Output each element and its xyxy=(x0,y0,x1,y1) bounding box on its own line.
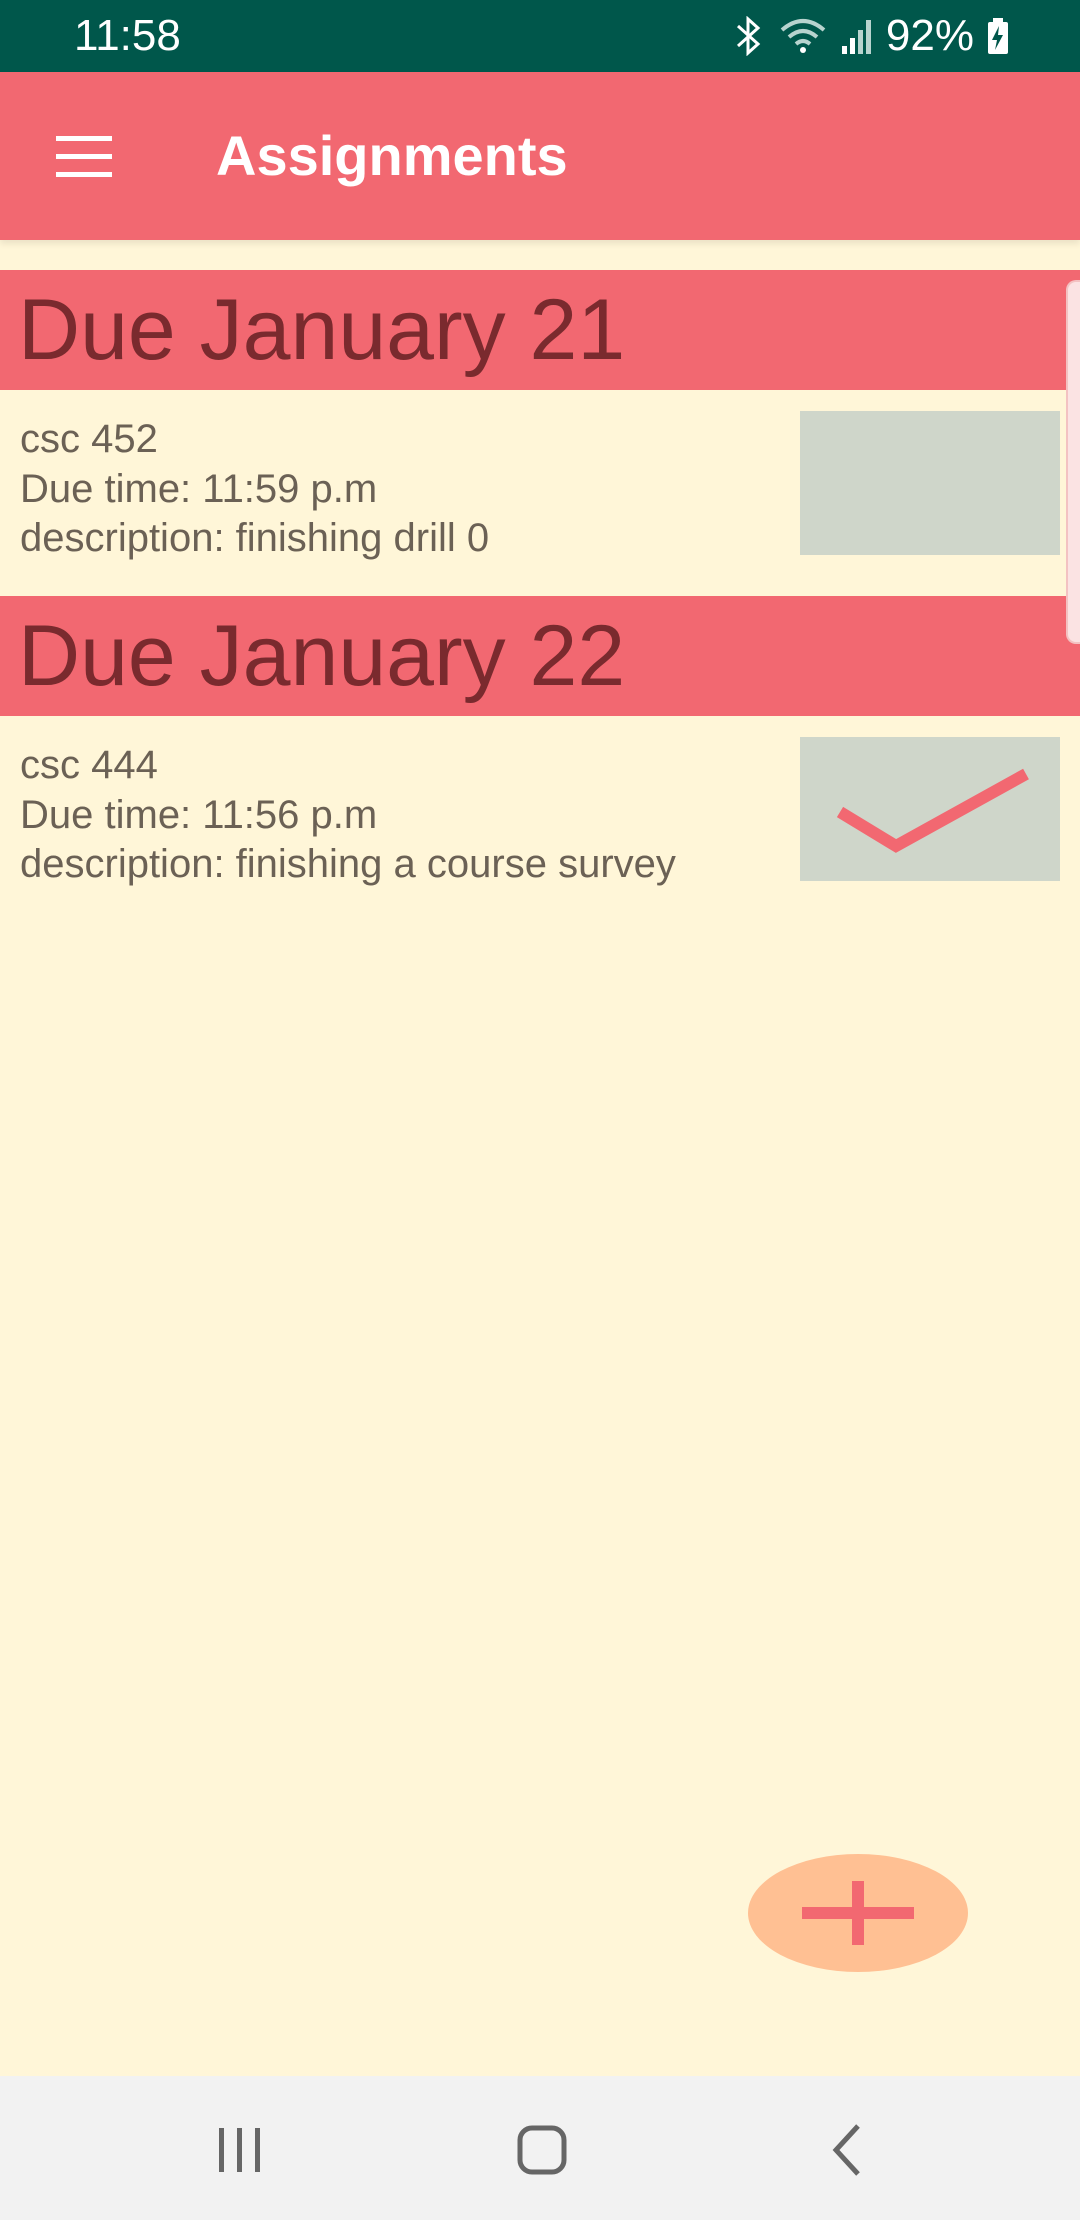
status-icons: 92% xyxy=(732,10,1010,62)
back-icon[interactable] xyxy=(806,2110,886,2190)
wifi-icon xyxy=(778,16,828,56)
add-assignment-button[interactable] xyxy=(748,1854,968,1972)
battery-charging-icon xyxy=(986,16,1010,56)
home-icon[interactable] xyxy=(502,2110,582,2190)
assignment-due-time: Due time: 11:59 p.m xyxy=(20,467,378,511)
assignment-due-time: Due time: 11:56 p.m xyxy=(20,793,378,837)
section-header-january-21: Due January 21 xyxy=(0,270,1080,390)
status-bar: 11:58 92% xyxy=(0,0,1080,72)
assignment-item[interactable]: csc 452 Due time: 11:59 p.m description:… xyxy=(0,390,1080,596)
hamburger-menu-icon[interactable] xyxy=(48,128,120,184)
assignment-course: csc 444 xyxy=(20,743,158,787)
assignment-item[interactable]: csc 444 Due time: 11:56 p.m description:… xyxy=(0,716,1080,922)
scroll-indicator[interactable] xyxy=(1066,280,1080,644)
app-bar: Assignments xyxy=(0,72,1080,240)
completion-checkbox[interactable] xyxy=(800,411,1060,555)
battery-percent: 92% xyxy=(885,11,974,60)
signal-icon xyxy=(840,16,874,56)
plus-icon xyxy=(802,1881,914,1945)
assignment-description: description: finishing a course survey xyxy=(20,842,676,886)
assignment-description: description: finishing drill 0 xyxy=(20,516,490,560)
completion-checkbox[interactable] xyxy=(800,737,1060,881)
status-time: 11:58 xyxy=(74,11,181,60)
navigation-bar xyxy=(0,2076,1080,2220)
page-title: Assignments xyxy=(216,124,568,187)
recent-apps-icon[interactable] xyxy=(200,2110,280,2190)
checkmark-icon xyxy=(836,768,1029,853)
assignment-course: csc 452 xyxy=(20,417,158,461)
section-header-january-22: Due January 22 xyxy=(0,596,1080,716)
section-header-label: Due January 21 xyxy=(18,282,626,378)
section-header-label: Due January 22 xyxy=(18,608,626,704)
bluetooth-icon xyxy=(732,16,766,56)
